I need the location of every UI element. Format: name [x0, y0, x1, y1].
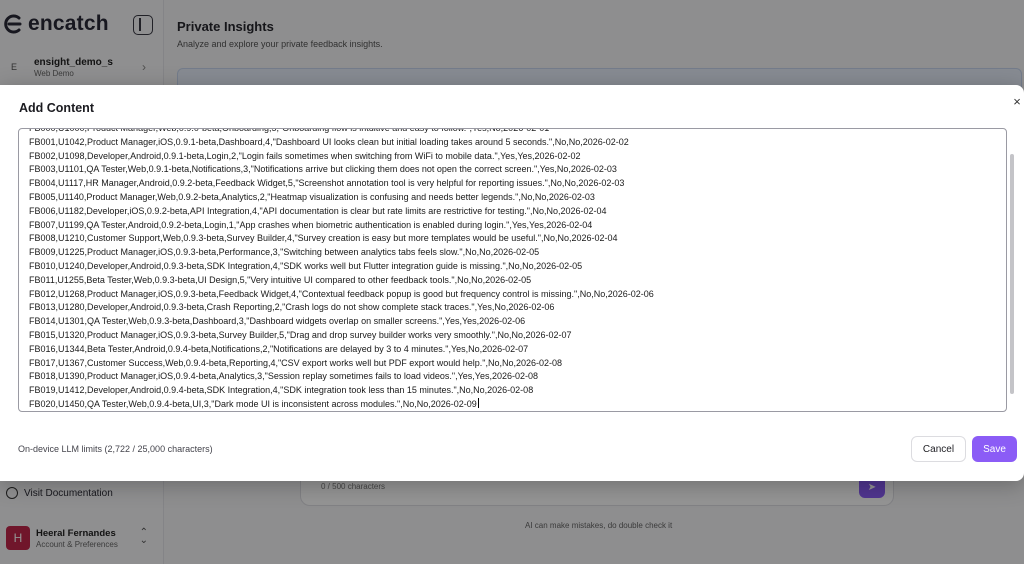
content-line: FB008,U1210,Customer Support,Web,0.9.3-b… — [29, 233, 618, 244]
content-line: FB000,U1000,Product Manager,Web,0.9.0-be… — [29, 128, 550, 133]
content-line: FB005,U1140,Product Manager,Web,0.9.2-be… — [29, 191, 595, 202]
content-textarea[interactable]: FB000,U1000,Product Manager,Web,0.9.0-be… — [18, 128, 1007, 412]
content-line: FB020,U1450,QA Tester,Web,0.9.4-beta,UI,… — [29, 397, 479, 409]
content-line: FB010,U1240,Developer,Android,0.9.3-beta… — [29, 260, 583, 271]
scrollbar-thumb[interactable] — [1010, 154, 1014, 394]
add-content-modal: Add Content × FB000,U1000,Product Manage… — [0, 85, 1024, 481]
content-line: FB002,U1098,Developer,Android,0.9.1-beta… — [29, 150, 581, 161]
text-caret — [477, 397, 479, 408]
close-icon[interactable]: × — [1010, 95, 1024, 109]
content-line: FB018,U1390,Product Manager,iOS,0.9.4-be… — [29, 371, 539, 382]
content-line: FB009,U1225,Product Manager,iOS,0.9.3-be… — [29, 247, 540, 258]
content-line: FB007,U1199,QA Tester,Android,0.9.2-beta… — [29, 219, 593, 230]
content-lines: FB000,U1000,Product Manager,Web,0.9.0-be… — [29, 128, 994, 411]
content-line: FB001,U1042,Product Manager,iOS,0.9.1-be… — [29, 136, 629, 147]
content-line: FB003,U1101,QA Tester,Web,0.9.1-beta,Not… — [29, 164, 617, 175]
cancel-button[interactable]: Cancel — [911, 436, 966, 462]
content-line: FB015,U1320,Product Manager,iOS,0.9.3-be… — [29, 329, 572, 340]
llm-limits-text: On-device LLM limits (2,722 / 25,000 cha… — [18, 444, 213, 454]
content-line: FB012,U1268,Product Manager,iOS,0.9.3-be… — [29, 288, 654, 299]
content-line: FB016,U1344,Beta Tester,Android,0.9.4-be… — [29, 343, 529, 354]
save-button[interactable]: Save — [972, 436, 1017, 462]
content-line: FB017,U1367,Customer Success,Web,0.9.4-b… — [29, 357, 562, 368]
content-line: FB011,U1255,Beta Tester,Web,0.9.3-beta,U… — [29, 274, 532, 285]
textarea-scrollbar[interactable] — [1009, 128, 1015, 412]
content-line: FB006,U1182,Developer,iOS,0.9.2-beta,API… — [29, 205, 607, 216]
modal-title: Add Content — [19, 101, 94, 115]
content-line: FB004,U1117,HR Manager,Android,0.9.2-bet… — [29, 178, 625, 189]
content-line: FB013,U1280,Developer,Android,0.9.3-beta… — [29, 302, 555, 313]
content-line: FB019,U1412,Developer,Android,0.9.4-beta… — [29, 385, 534, 396]
content-line: FB014,U1301,QA Tester,Web,0.9.3-beta,Das… — [29, 316, 526, 327]
